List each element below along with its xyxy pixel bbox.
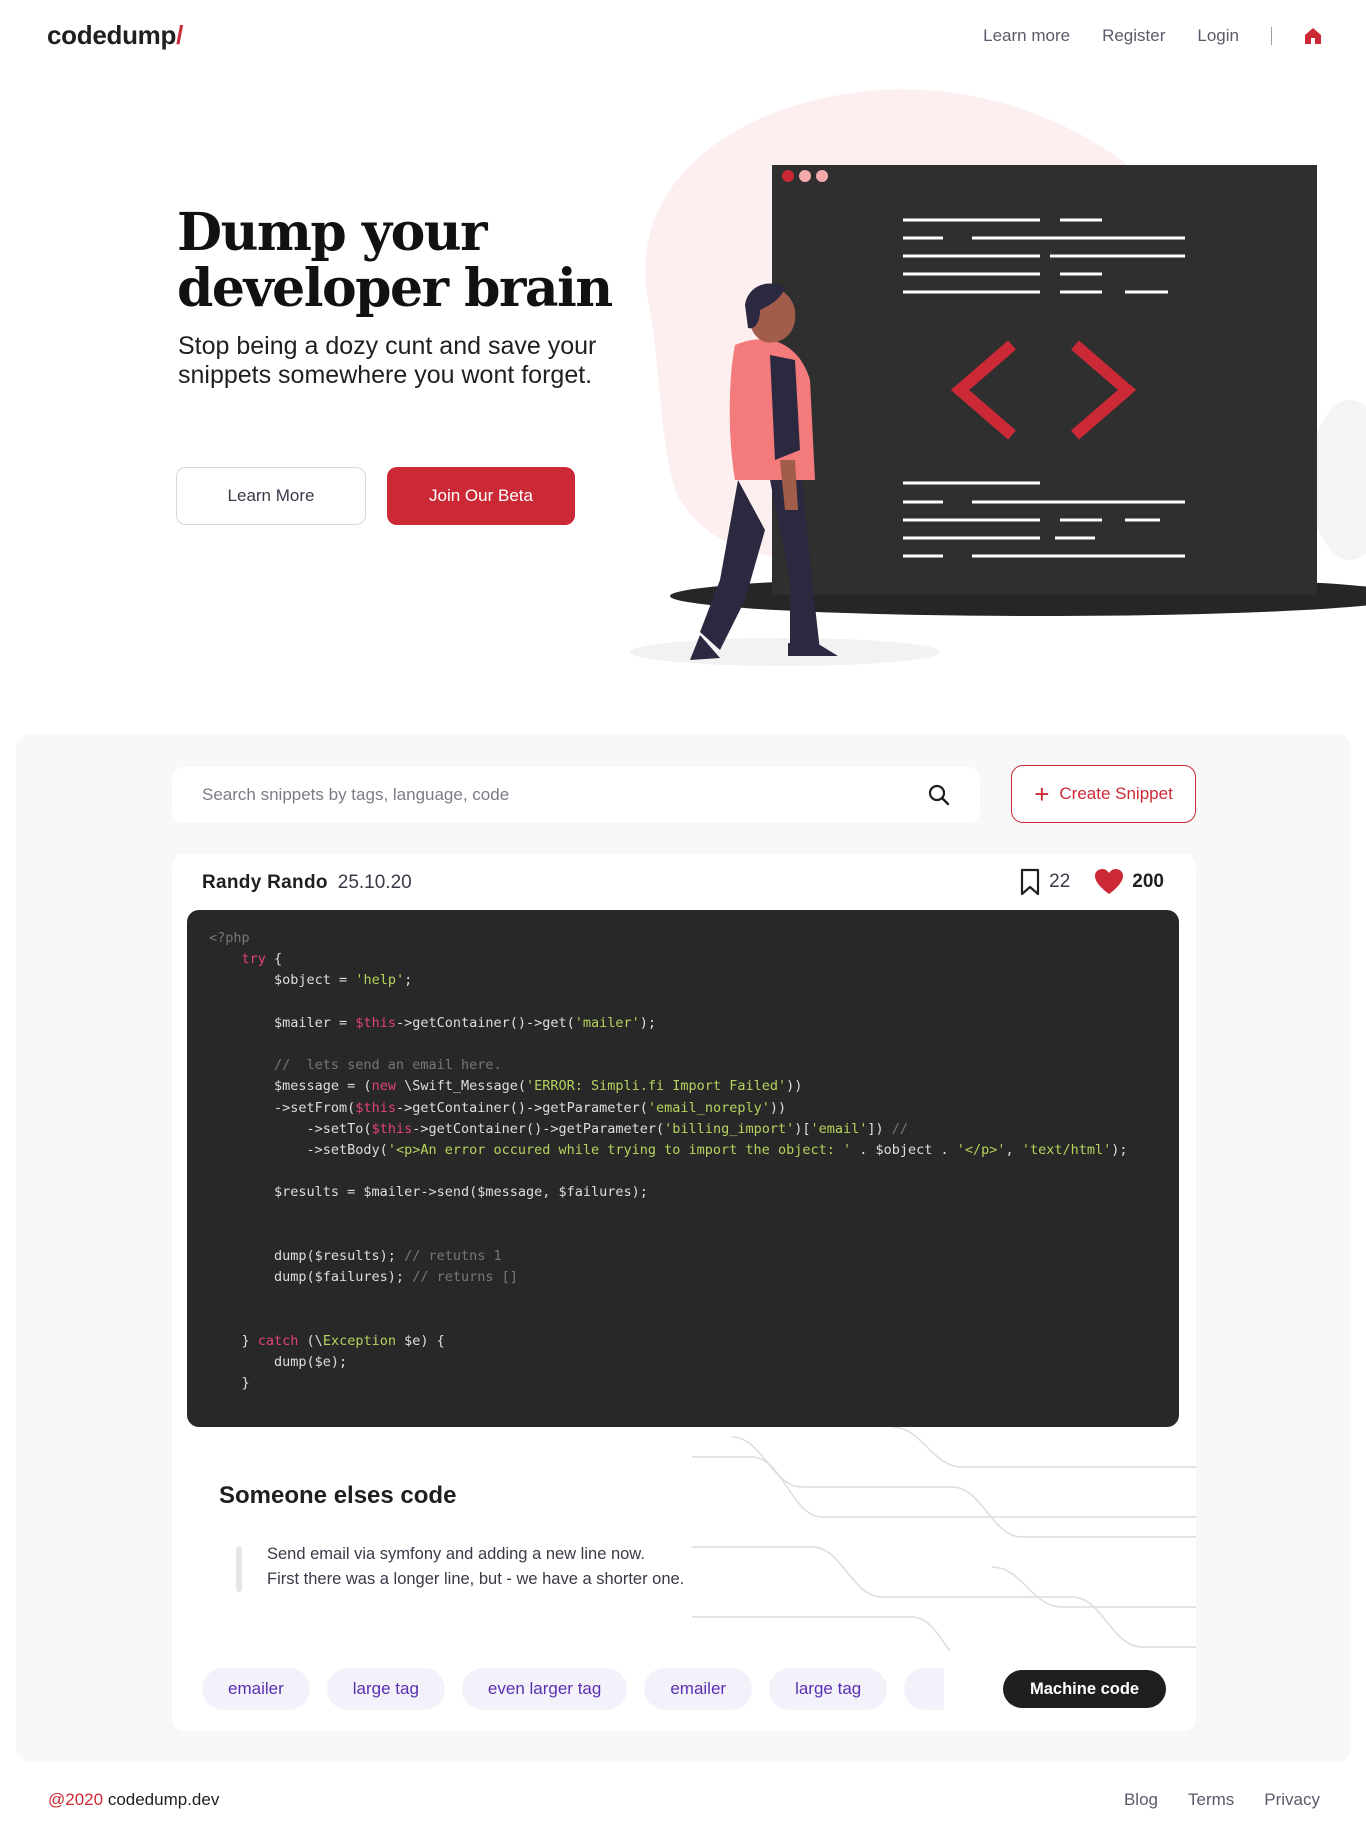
window-dot	[816, 170, 828, 182]
search-bar	[172, 767, 980, 823]
browser-window	[772, 165, 1317, 595]
code-line: try {	[241, 951, 283, 968]
plant-shape	[1310, 400, 1366, 560]
snippet-meta: Randy Rando 25.10.20	[202, 872, 412, 894]
nav-login[interactable]: Login	[1197, 26, 1239, 46]
logo-slash: /	[176, 20, 183, 50]
code-line: ->setTo($this->getContainer()->getParame…	[209, 1120, 909, 1137]
snippet-stats: 22 200	[1019, 868, 1164, 896]
code-line: // lets send an email here.	[209, 1057, 502, 1074]
language-badge[interactable]: Machine code	[1003, 1670, 1167, 1708]
snippet-date: 25.10.20	[337, 872, 412, 893]
ground-shape	[630, 638, 940, 666]
code-block[interactable]: <?php try { $object = 'help'; $mailer = …	[187, 910, 1179, 1427]
code-line: dump($failures); // returns []	[209, 1269, 518, 1286]
logo[interactable]: codedump/	[47, 20, 183, 51]
hero-title: Dump your developer brain	[177, 202, 613, 319]
tag-pill[interactable]: emailer	[644, 1668, 753, 1710]
learn-more-button[interactable]: Learn More	[176, 467, 366, 525]
footer-links: Blog Terms Privacy	[1124, 1790, 1320, 1810]
window-dot	[782, 170, 794, 182]
snippet-description: Send email via symfony and adding a new …	[267, 1542, 684, 1592]
footer-link-blog[interactable]: Blog	[1124, 1790, 1158, 1810]
heart-icon[interactable]	[1094, 868, 1124, 896]
code-line: <?php	[209, 930, 250, 946]
nav-register[interactable]: Register	[1102, 26, 1165, 46]
search-icon[interactable]	[928, 784, 950, 806]
description-line-1: Send email via symfony and adding a new …	[267, 1545, 645, 1563]
footer-link-terms[interactable]: Terms	[1188, 1790, 1234, 1810]
create-snippet-button[interactable]: + Create Snippet	[1011, 765, 1196, 823]
code-line: }	[209, 1375, 250, 1392]
nav-learn-more[interactable]: Learn more	[983, 26, 1070, 46]
code-line: } catch (\Exception $e) {	[209, 1332, 445, 1349]
home-icon[interactable]	[1304, 27, 1322, 45]
hero-title-line1: Dump your	[177, 202, 487, 263]
hero-title-line2: developer brain	[177, 258, 613, 319]
like-count: 200	[1132, 871, 1164, 892]
footer-site[interactable]: codedump.dev	[108, 1790, 220, 1809]
logo-text: codedump	[47, 20, 177, 50]
snippet-author[interactable]: Randy Rando	[202, 872, 328, 894]
snippet-title: Someone elses code	[219, 1482, 457, 1509]
code-line: $mailer = $this->getContainer()->get('ma…	[209, 1014, 657, 1031]
code-line: ->setFrom($this->getContainer()->getPara…	[209, 1099, 787, 1116]
bookmark-count: 22	[1049, 871, 1071, 892]
create-snippet-label: Create Snippet	[1059, 784, 1173, 803]
join-beta-button[interactable]: Join Our Beta	[387, 467, 575, 525]
code-line: dump($e);	[209, 1354, 348, 1371]
window-dot	[799, 170, 811, 182]
code-line: dump($results); // retutns 1	[209, 1248, 502, 1265]
footer-link-privacy[interactable]: Privacy	[1264, 1790, 1320, 1810]
footer-year: @2020	[48, 1790, 104, 1809]
tag-pill-partial[interactable]	[904, 1668, 945, 1710]
code-line: ->setBody('<p>An error occured while try…	[209, 1142, 1128, 1159]
nav-separator	[1271, 27, 1272, 45]
tag-pill[interactable]: even larger tag	[461, 1668, 628, 1710]
snippet-card: Randy Rando 25.10.20 22 200 <?php try { …	[172, 854, 1196, 1731]
code-line: $results = $mailer->send($message, $fail…	[209, 1184, 648, 1201]
tag-list: emailer large tag even larger tag emaile…	[202, 1668, 945, 1710]
tags-row: emailer large tag even larger tag emaile…	[172, 1651, 1196, 1731]
footer-copyright: @2020 codedump.dev	[48, 1790, 219, 1810]
tag-pill[interactable]: large tag	[769, 1668, 888, 1710]
top-nav: Learn more Register Login	[983, 26, 1322, 46]
code-line: $message = (new \Swift_Message('ERROR: S…	[209, 1078, 803, 1095]
description-quote-bar	[236, 1546, 242, 1592]
bookmark-icon[interactable]	[1019, 868, 1041, 896]
code-line: $object = 'help';	[209, 972, 413, 989]
hero-subtitle: Stop being a dozy cunt and save your sni…	[178, 332, 597, 389]
search-input[interactable]	[202, 767, 902, 823]
tag-pill[interactable]: emailer	[202, 1668, 310, 1710]
plus-icon: +	[1034, 779, 1050, 809]
description-line-2: First there was a longer line, but - we …	[267, 1570, 685, 1588]
tag-pill[interactable]: large tag	[326, 1668, 445, 1710]
hero-illustration	[630, 89, 1366, 666]
